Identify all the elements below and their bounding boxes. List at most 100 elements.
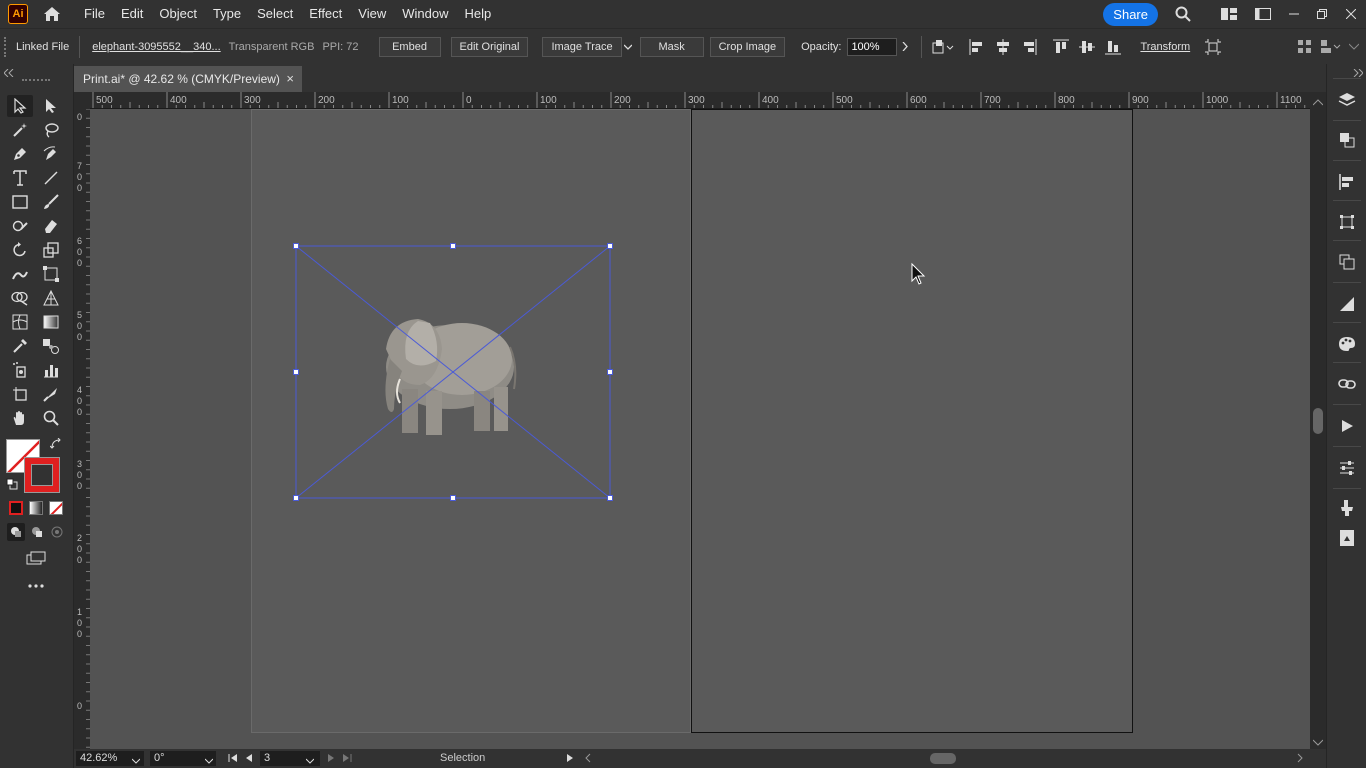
artboard-tool-icon[interactable] (7, 383, 33, 405)
transform-panel-icon[interactable] (1335, 210, 1359, 234)
linked-file-name[interactable]: elephant-3095552__340... (92, 41, 220, 53)
mesh-tool-icon[interactable] (7, 311, 33, 333)
artboard-dropdown-icon[interactable] (305, 755, 315, 767)
scale-tool-icon[interactable] (38, 239, 64, 261)
resize-handle-ne[interactable] (607, 243, 613, 249)
align-right-icon[interactable] (1016, 34, 1042, 60)
minimize-icon[interactable] (1280, 0, 1308, 28)
close-window-icon[interactable] (1336, 0, 1366, 28)
perspective-grid-tool-icon[interactable] (38, 287, 64, 309)
collapse-panel-icon[interactable] (3, 66, 16, 78)
rotate-tool-icon[interactable] (7, 239, 33, 261)
edit-original-button[interactable]: Edit Original (450, 36, 529, 57)
pathfinder-icon[interactable] (1335, 128, 1359, 152)
hand-tool-icon[interactable] (7, 407, 33, 429)
opacity-input[interactable] (847, 37, 898, 56)
scroll-left-icon[interactable] (584, 753, 592, 766)
pen-tool-icon[interactable] (7, 143, 33, 165)
vertical-scrollbar[interactable] (1310, 92, 1326, 749)
canvas[interactable] (90, 109, 1310, 749)
screen-mode-icon[interactable] (24, 549, 48, 567)
asset-export-icon[interactable] (1335, 526, 1359, 550)
actions-play-icon[interactable] (1335, 414, 1359, 438)
panel-menu-icon[interactable] (1344, 34, 1364, 60)
lasso-tool-icon[interactable] (38, 119, 64, 141)
properties-sliders-icon[interactable] (1335, 456, 1359, 480)
align-top-icon[interactable] (1048, 34, 1074, 60)
search-icon[interactable] (1166, 0, 1200, 28)
isolate-icon[interactable] (1200, 34, 1226, 60)
menu-effect[interactable]: Effect (301, 0, 350, 28)
align-middle-icon[interactable] (1074, 34, 1100, 60)
paintbrush-tool-icon[interactable] (38, 191, 64, 213)
resize-handle-sw[interactable] (293, 495, 299, 501)
resize-handle-n[interactable] (450, 243, 456, 249)
gradient-tool-icon[interactable] (38, 311, 64, 333)
slice-tool-icon[interactable] (38, 383, 64, 405)
rectangle-tool-icon[interactable] (7, 191, 33, 213)
chevron-down-icon[interactable] (622, 34, 634, 60)
workspace-icon[interactable] (1212, 0, 1246, 28)
free-transform-tool-icon[interactable] (38, 263, 64, 285)
artboards-panel-icon[interactable] (1335, 250, 1359, 274)
embed-button[interactable]: Embed (378, 36, 441, 57)
align-to-icon[interactable] (928, 34, 958, 60)
ruler-origin[interactable] (74, 92, 90, 109)
transform-link[interactable]: Transform (1140, 41, 1190, 53)
grid-options-icon[interactable] (1292, 34, 1318, 60)
resize-handle-e[interactable] (607, 369, 613, 375)
arrange-documents-icon[interactable] (1246, 0, 1280, 28)
resize-handle-se[interactable] (607, 495, 613, 501)
image-trace-button[interactable]: Image Trace (542, 36, 622, 57)
close-tab-icon[interactable]: × (286, 66, 294, 92)
resize-handle-w[interactable] (293, 369, 299, 375)
previous-artboard-icon[interactable] (244, 753, 254, 766)
draw-inside-icon[interactable] (48, 523, 66, 541)
type-tool-icon[interactable] (7, 167, 33, 189)
mask-button[interactable]: Mask (639, 36, 704, 57)
default-fill-stroke-icon[interactable] (6, 478, 18, 490)
control-bar-grip[interactable] (4, 36, 10, 57)
vertical-ruler[interactable]: 07006005004003002001000 (74, 109, 90, 749)
menu-window[interactable]: Window (394, 0, 456, 28)
gradient-mode-icon[interactable] (29, 501, 43, 515)
rotation-dropdown-icon[interactable] (204, 755, 214, 767)
stroke-swatch[interactable] (25, 458, 59, 492)
align-left-icon[interactable] (964, 34, 990, 60)
align-center-icon[interactable] (990, 34, 1016, 60)
chevron-right-icon[interactable] (897, 34, 913, 60)
scroll-right-icon[interactable] (1296, 753, 1304, 766)
resize-handle-nw[interactable] (293, 243, 299, 249)
warp-tool-icon[interactable] (7, 263, 33, 285)
zoom-tool-icon[interactable] (38, 407, 64, 429)
linked-file-label[interactable]: Linked File (16, 41, 69, 53)
menu-type[interactable]: Type (205, 0, 249, 28)
elephant-image[interactable] (385, 319, 517, 435)
eraser-tool-icon[interactable] (38, 215, 64, 237)
zoom-dropdown-icon[interactable] (131, 755, 141, 767)
restore-icon[interactable] (1308, 0, 1336, 28)
status-menu-icon[interactable] (566, 753, 574, 766)
first-artboard-icon[interactable] (228, 753, 238, 766)
shaper-tool-icon[interactable] (7, 215, 33, 237)
scroll-up-icon[interactable] (1312, 96, 1324, 110)
eyedropper-tool-icon[interactable] (7, 335, 33, 357)
arrange-icon[interactable] (1318, 34, 1344, 60)
none-mode-icon[interactable] (49, 501, 63, 515)
menu-object[interactable]: Object (151, 0, 205, 28)
resize-handle-s[interactable] (450, 495, 456, 501)
align-panel-icon[interactable] (1335, 170, 1359, 194)
swap-fill-stroke-icon[interactable] (49, 437, 64, 452)
edit-toolbar-icon[interactable] (24, 579, 48, 593)
scroll-down-icon[interactable] (1312, 736, 1324, 750)
column-graph-tool-icon[interactable] (38, 359, 64, 381)
horizontal-scroll-thumb[interactable] (930, 753, 956, 764)
selection-tool-icon[interactable] (7, 95, 33, 117)
vertical-scroll-thumb[interactable] (1313, 408, 1323, 434)
shape-builder-tool-icon[interactable] (7, 287, 33, 309)
links-panel-icon[interactable] (1335, 372, 1359, 396)
document-tab[interactable]: Print.ai* @ 42.62 % (CMYK/Preview) × (74, 66, 302, 92)
menu-select[interactable]: Select (249, 0, 301, 28)
menu-view[interactable]: View (350, 0, 394, 28)
line-segment-tool-icon[interactable] (38, 167, 64, 189)
